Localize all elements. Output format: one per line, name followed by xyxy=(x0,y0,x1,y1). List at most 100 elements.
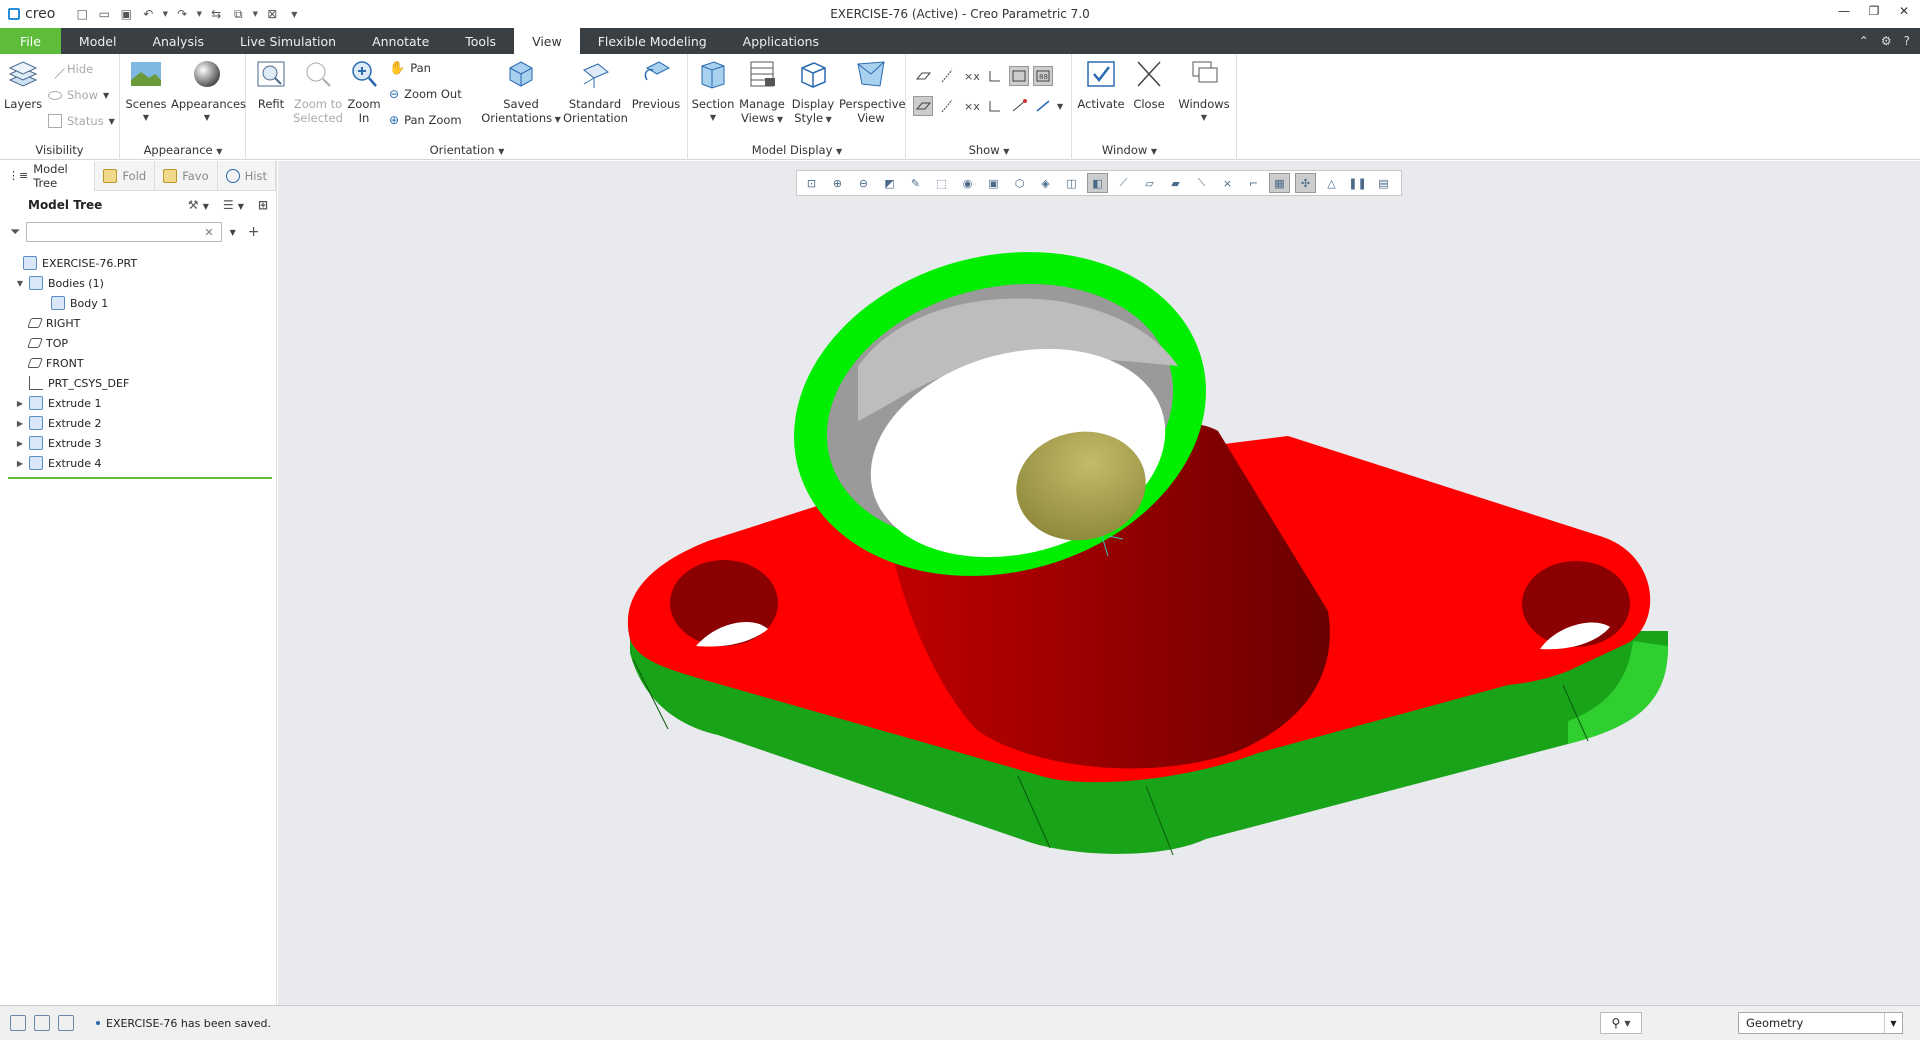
customize-qat-icon[interactable]: ▼ xyxy=(285,5,303,23)
tree-item-prt-csys-def[interactable]: PRT_CSYS_DEF xyxy=(0,373,276,393)
windows-dropdown-icon[interactable]: ▼ xyxy=(251,5,259,23)
tree-item-extrude-4[interactable]: ▶ Extrude 4 xyxy=(0,453,276,473)
tree-item-top[interactable]: TOP xyxy=(0,333,276,353)
collapse-ribbon-icon[interactable]: ⌃ xyxy=(1859,34,1869,48)
standard-orientation-button[interactable]: Standard Orientation xyxy=(563,58,628,125)
spin-center-display-icon[interactable]: 88 xyxy=(1033,66,1053,86)
tab-favorites[interactable]: Favo xyxy=(155,160,218,191)
model-display-group-label[interactable]: Model Display ▼ xyxy=(689,143,905,157)
layers-button[interactable]: Layers xyxy=(4,58,42,111)
tree-expander-collapsed-icon[interactable]: ▶ xyxy=(14,439,26,448)
tab-view[interactable]: View xyxy=(514,28,580,54)
close-window-button[interactable]: Close xyxy=(1129,58,1169,111)
filter-funnel-icon[interactable]: ⏷ xyxy=(10,225,20,240)
tree-settings-icon[interactable]: ⚒ ▼ xyxy=(188,198,209,212)
tree-search-input[interactable] xyxy=(26,222,223,242)
tree-item-body-1[interactable]: Body 1 xyxy=(0,293,276,313)
tree-expander-expanded-icon[interactable]: ▼ xyxy=(14,279,26,288)
csys-tag-display-icon[interactable] xyxy=(985,96,1005,116)
orientation-group-label[interactable]: Orientation ▼ xyxy=(247,143,687,157)
tree-item-exercise-76-prt[interactable]: EXERCISE-76.PRT xyxy=(0,253,276,273)
fullscreen-toggle-icon[interactable] xyxy=(58,1015,74,1031)
display-style-button[interactable]: Display Style ▼ xyxy=(789,58,837,127)
tree-item-extrude-1[interactable]: ▶ Extrude 1 xyxy=(0,393,276,413)
clear-search-icon[interactable]: ✕ xyxy=(204,226,213,239)
tab-model-tree[interactable]: ⋮≡ Model Tree xyxy=(0,160,96,191)
tab-history[interactable]: Hist xyxy=(218,160,276,191)
close-window-icon[interactable]: ⊠ xyxy=(263,5,281,23)
previous-button[interactable]: Previous xyxy=(629,58,683,111)
tab-annotate[interactable]: Annotate xyxy=(354,28,447,54)
restore-icon[interactable]: ❐ xyxy=(1866,4,1882,20)
hide-button[interactable]: Hide xyxy=(45,59,93,79)
plane-tag-display-icon[interactable] xyxy=(913,96,933,116)
regenerate-icon[interactable]: ⇆ xyxy=(207,5,225,23)
window-group-label[interactable]: Window ▼ xyxy=(1073,143,1186,157)
sketch-display-icon[interactable] xyxy=(1009,96,1029,116)
help-icon[interactable]: ? xyxy=(1904,34,1910,48)
tree-expander-collapsed-icon[interactable]: ▶ xyxy=(14,419,26,428)
navigator-toggle-icon[interactable] xyxy=(10,1015,26,1031)
save-icon[interactable]: ▣ xyxy=(117,5,135,23)
saved-orientations-button[interactable]: Saved Orientations ▼ xyxy=(481,58,561,127)
tab-model[interactable]: Model xyxy=(61,28,135,54)
pan-button[interactable]: ✋ Pan xyxy=(389,58,431,78)
redo-icon[interactable]: ↷ xyxy=(173,5,191,23)
perspective-view-button[interactable]: Perspective View xyxy=(839,58,906,125)
zoom-to-selected-button[interactable]: Zoom to Selected xyxy=(291,58,345,125)
tab-applications[interactable]: Applications xyxy=(725,28,837,54)
appearances-button[interactable]: Appearances ▼ xyxy=(171,58,246,125)
csys-display-icon[interactable] xyxy=(985,66,1005,86)
tree-item-extrude-3[interactable]: ▶ Extrude 3 xyxy=(0,433,276,453)
undo-icon[interactable]: ↶ xyxy=(139,5,157,23)
find-button[interactable]: ⚲ ▼ xyxy=(1600,1012,1642,1034)
windows-icon[interactable]: ⧉ xyxy=(229,5,247,23)
tree-item-right[interactable]: RIGHT xyxy=(0,313,276,333)
tab-analysis[interactable]: Analysis xyxy=(134,28,222,54)
tree-item-front[interactable]: FRONT xyxy=(0,353,276,373)
annotation-display-icon[interactable] xyxy=(1009,66,1029,86)
tab-folder-browser[interactable]: Fold xyxy=(95,160,156,191)
tab-tools[interactable]: Tools xyxy=(447,28,514,54)
tree-expander-collapsed-icon[interactable]: ▶ xyxy=(14,399,26,408)
manage-views-button[interactable]: Manage Views ▼ xyxy=(737,58,787,127)
show-button[interactable]: Show ▼ xyxy=(48,85,109,105)
tab-flexible-modeling[interactable]: Flexible Modeling xyxy=(580,28,725,54)
part-model[interactable] xyxy=(278,161,1920,1005)
point-display-icon[interactable]: ×x xyxy=(961,66,981,86)
tree-expander-collapsed-icon[interactable]: ▶ xyxy=(14,459,26,468)
scenes-button[interactable]: Scenes ▼ xyxy=(125,58,167,125)
close-icon[interactable]: ✕ xyxy=(1896,4,1912,20)
minimize-icon[interactable]: — xyxy=(1836,4,1852,20)
open-folder-icon[interactable]: ▭ xyxy=(95,5,113,23)
tree-columns-icon[interactable]: ⊞ xyxy=(258,198,268,212)
redo-dropdown-icon[interactable]: ▼ xyxy=(195,5,203,23)
show-group-label[interactable]: Show ▼ xyxy=(907,143,1071,157)
section-button[interactable]: Section ▼ xyxy=(691,58,735,125)
zoom-out-button[interactable]: ⊖ Zoom Out xyxy=(389,84,462,104)
plane-display-icon[interactable] xyxy=(913,66,933,86)
status-button[interactable]: Status ▼ xyxy=(48,111,115,131)
activate-button[interactable]: Activate xyxy=(1075,58,1127,111)
point-tag-display-icon[interactable]: ×x xyxy=(961,96,981,116)
add-filter-icon[interactable]: + xyxy=(248,224,260,240)
undo-dropdown-icon[interactable]: ▼ xyxy=(161,5,169,23)
pan-zoom-button[interactable]: ⊕ Pan Zoom xyxy=(389,110,462,130)
zoom-in-button[interactable]: Zoom In xyxy=(347,58,381,125)
search-dropdown-icon[interactable]: ▼ xyxy=(230,228,236,237)
tree-show-icon[interactable]: ☰ ▼ xyxy=(223,198,244,212)
tab-file[interactable]: File xyxy=(0,28,61,54)
insert-here-indicator[interactable] xyxy=(8,477,272,479)
browser-toggle-icon[interactable] xyxy=(34,1015,50,1031)
selection-filter-select[interactable]: Geometry ▼ xyxy=(1738,1012,1903,1034)
axis-display-icon[interactable] xyxy=(937,66,957,86)
graphics-window[interactable]: ⊡ ⊕ ⊖ ◩ ✎ ⬚ ◉ ▣ ⬡ ◈ ◫ ◧ ⟋ ▱ ▰ ⟍ × ⌐ ▦ ✣ … xyxy=(278,161,1920,1005)
datum-display-filters-icon[interactable] xyxy=(1033,96,1053,116)
axis-tag-display-icon[interactable] xyxy=(937,96,957,116)
tree-item-extrude-2[interactable]: ▶ Extrude 2 xyxy=(0,413,276,433)
appearance-group-label[interactable]: Appearance ▼ xyxy=(121,143,245,157)
windows-button[interactable]: Windows ▼ xyxy=(1175,58,1233,125)
show-more-dropdown-icon[interactable]: ▼ xyxy=(1057,102,1063,111)
tab-live-simulation[interactable]: Live Simulation xyxy=(222,28,354,54)
refit-button[interactable]: Refit xyxy=(253,58,289,111)
